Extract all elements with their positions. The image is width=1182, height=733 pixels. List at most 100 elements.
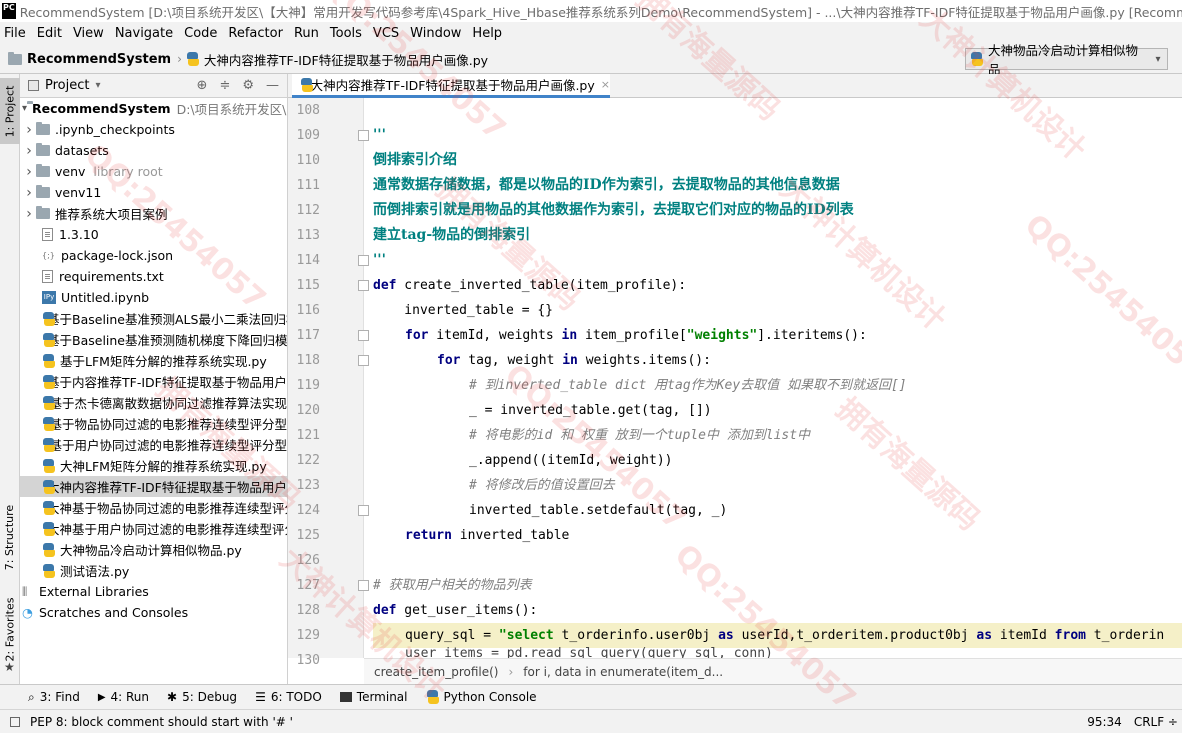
project-panel: Project ▾ ⊕ ≑ ⚙ — ▾ RecommendSystem D:\项… [20, 74, 288, 684]
tree-item-venv11[interactable]: › venv11 [20, 182, 287, 203]
find-tab[interactable]: ⌕ 3: Find [28, 690, 80, 705]
menu-tools[interactable]: Tools [326, 26, 366, 41]
tree-item-py10[interactable]: 大神基于物品协同过滤的电影推荐连续型评分型 [20, 497, 287, 518]
chevron-right-icon[interactable]: › [22, 164, 36, 180]
status-message: PEP 8: block comment should start with '… [30, 714, 293, 729]
fold-marker-icon[interactable] [358, 255, 369, 266]
menu-code[interactable]: Code [180, 26, 221, 41]
breadcrumb-item[interactable]: create_item_profile() [374, 665, 498, 679]
nav-file[interactable]: 大神内容推荐TF-IDF特征提取基于物品用户画像.py [204, 50, 488, 69]
tab-project[interactable]: 1: Project [0, 78, 20, 144]
tree-item-py4[interactable]: 基于内容推荐TF-IDF特征提取基于物品用户画像.py [20, 371, 287, 392]
gear-icon[interactable]: ⚙ [242, 78, 254, 93]
tree-item-py3[interactable]: 基于LFM矩阵分解的推荐系统实现.py [20, 350, 287, 371]
line-number: 116 [296, 303, 320, 318]
project-icon [28, 80, 39, 91]
todo-tab[interactable]: ☰ 6: TODO [255, 690, 322, 704]
status-square-icon[interactable] [10, 716, 20, 727]
code-line: # 获取用户相关的物品列表 [373, 578, 532, 593]
tab-favorites[interactable]: 2: Favorites [0, 594, 20, 664]
tree-item-external-libraries[interactable]: ⫴ External Libraries [20, 581, 287, 602]
menu-vcs[interactable]: VCS [369, 26, 403, 41]
caret-position[interactable]: 95:34 [1087, 715, 1122, 729]
tree-item-py1[interactable]: 基于Baseline基准预测ALS最小二乘法回归模型 [20, 308, 287, 329]
menu-refactor[interactable]: Refactor [224, 26, 287, 41]
line-number: 123 [296, 478, 320, 493]
tree-item-py12[interactable]: 大神物品冷启动计算相似物品.py [20, 539, 287, 560]
chevron-down-icon[interactable]: ▾ [22, 103, 27, 114]
line-number: 117 [296, 328, 320, 343]
menu-navigate[interactable]: Navigate [111, 26, 177, 41]
fold-marker-icon[interactable] [358, 330, 369, 341]
code-line: # 将修改后的值设置回去 [469, 478, 615, 493]
fold-marker-icon[interactable] [358, 580, 369, 591]
line-number: 120 [296, 403, 320, 418]
editor-tab[interactable]: 大神内容推荐TF-IDF特征提取基于物品用户画像.py × [292, 74, 610, 98]
fold-marker-icon[interactable] [358, 505, 369, 516]
menu-view[interactable]: View [69, 26, 108, 41]
tree-item-datasets[interactable]: › datasets [20, 140, 287, 161]
nav-project[interactable]: RecommendSystem [27, 52, 171, 67]
fold-marker-icon[interactable] [358, 130, 369, 141]
python-file-icon [42, 416, 59, 431]
chevron-down-icon: ▾ [1155, 53, 1161, 65]
tree-item-label: 大神物品冷启动计算相似物品.py [60, 543, 242, 558]
menu-edit[interactable]: Edit [33, 26, 66, 41]
tree-item-py11[interactable]: 大神基于用户协同过滤的电影推荐连续型评分型 [20, 518, 287, 539]
chevron-right-icon[interactable]: › [22, 185, 36, 201]
line-number: 128 [296, 603, 320, 618]
code-editor[interactable]: ''' 倒排索引介绍 通常数据存储数据，都是以物品的ID作为索引，去提取物品的其… [373, 98, 1182, 658]
library-icon: ⫴ [22, 583, 28, 599]
run-config-select[interactable]: 大神物品冷启动计算相似物品 ▾ [965, 43, 1168, 77]
tree-item-ipynb_checkpoints[interactable]: › .ipynb_checkpoints [20, 119, 287, 140]
pycharm-logo-icon: PC [2, 3, 16, 19]
terminal-tab[interactable]: Terminal [339, 690, 408, 704]
minimize-icon[interactable]: — [266, 78, 279, 93]
python-file-icon [970, 52, 983, 66]
breadcrumb-item[interactable]: for i, data in enumerate(item_d... [523, 665, 723, 679]
tree-item-py13[interactable]: 测试语法.py [20, 560, 287, 581]
tree-item-pkglock[interactable]: {;} package-lock.json [20, 245, 287, 266]
tree-item-py2[interactable]: 基于Baseline基准预测随机梯度下降回归模型 [20, 329, 287, 350]
tree-item-py6[interactable]: 基于物品协同过滤的电影推荐连续型评分型 [20, 413, 287, 434]
menu-help[interactable]: Help [468, 26, 506, 41]
line-number: 124 [296, 503, 320, 518]
tree-item-py7[interactable]: 基于用户协同过滤的电影推荐连续型评分型 [20, 434, 287, 455]
project-view-select[interactable]: Project [45, 78, 89, 93]
fold-marker-icon[interactable] [358, 355, 369, 366]
line-number: 113 [296, 228, 320, 243]
tree-item-req[interactable]: requirements.txt [20, 266, 287, 287]
debug-tab[interactable]: ✱ 5: Debug [167, 690, 237, 704]
tree-item-scratches[interactable]: ◔ Scratches and Consoles [20, 602, 287, 623]
chevron-right-icon[interactable]: › [22, 122, 36, 138]
tree-item-f1310[interactable]: 1.3.10 [20, 224, 287, 245]
tree-item-py8[interactable]: 大神LFM矩阵分解的推荐系统实现.py [20, 455, 287, 476]
close-icon[interactable]: × [601, 78, 610, 91]
line-separator[interactable]: CRLF ÷ [1134, 715, 1178, 729]
collapse-icon[interactable]: ≑ [219, 78, 230, 93]
tree-item-label: 基于Baseline基准预测随机梯度下降回归模型 [47, 333, 288, 348]
chevron-right-icon: › [177, 52, 182, 66]
tree-item-cases[interactable]: › 推荐系统大项目案例 [20, 203, 287, 224]
tree-item-untitled[interactable]: IPy Untitled.ipynb [20, 287, 287, 308]
python-console-tab[interactable]: Python Console [426, 690, 537, 704]
menu-run[interactable]: Run [290, 26, 323, 41]
tree-item-py5[interactable]: 基于杰卡德离散数据协同过滤推荐算法实现 [20, 392, 287, 413]
code-line-highlighted: query_sql = "select t_orderinfo.user0bj … [373, 623, 1182, 648]
menu-window[interactable]: Window [406, 26, 465, 41]
tree-item-venv[interactable]: › venv library root [20, 161, 287, 182]
chevron-right-icon[interactable]: › [22, 143, 36, 159]
code-line: for tag, weight in weights.items(): [437, 353, 711, 368]
menu-file[interactable]: File [0, 26, 30, 41]
chevron-right-icon[interactable]: › [22, 206, 36, 222]
tab-structure[interactable]: 7: Structure [0, 492, 20, 582]
tree-item-label: 大神基于用户协同过滤的电影推荐连续型评分型 [47, 522, 288, 537]
run-tab[interactable]: ▶ 4: Run [98, 690, 149, 704]
locate-icon[interactable]: ⊕ [197, 78, 208, 93]
fold-marker-icon[interactable] [358, 280, 369, 291]
tree-root[interactable]: ▾ RecommendSystem D:\项目系统开发区\【大 [20, 98, 287, 119]
star-icon: ★ [4, 660, 15, 674]
chevron-down-icon[interactable]: ▾ [95, 80, 100, 91]
root-name: RecommendSystem [32, 101, 171, 116]
tree-item-py9[interactable]: 大神内容推荐TF-IDF特征提取基于物品用户画像.py [20, 476, 287, 497]
